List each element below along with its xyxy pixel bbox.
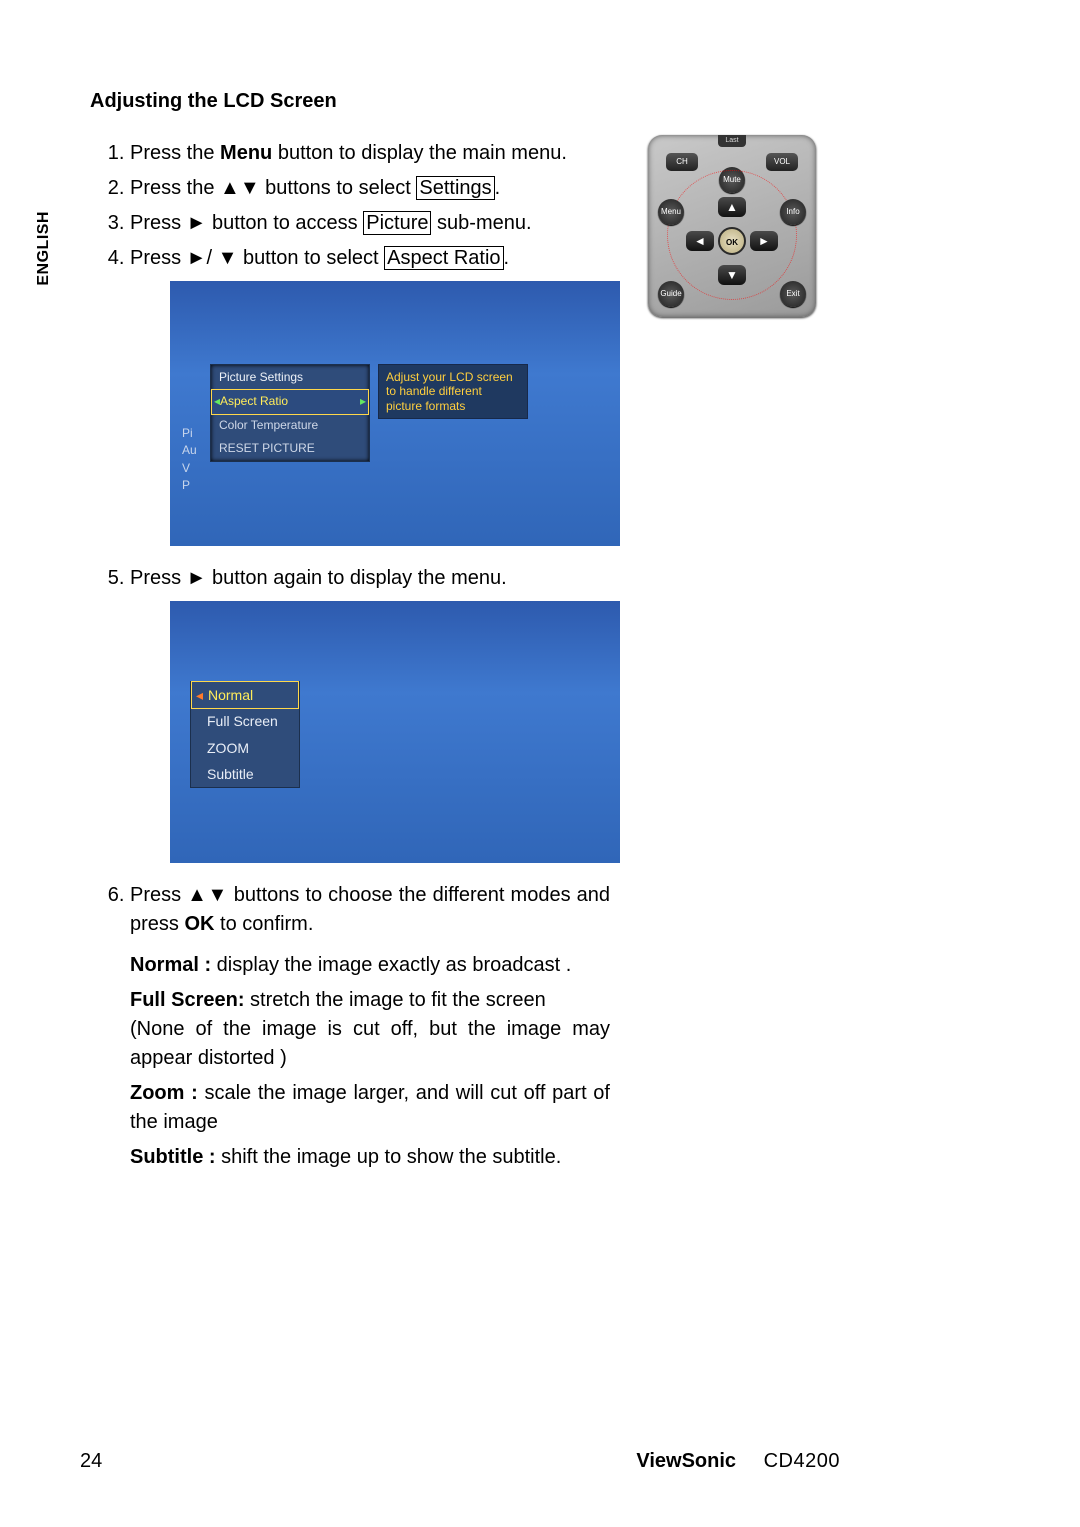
osd-row-reset-picture[interactable]: RESET PICTURE [211,437,369,460]
remote-exit-button[interactable]: Exit [780,281,806,307]
osd-row-aspect-ratio[interactable]: ◂ Aspect Ratio ▸ [211,389,369,414]
step-3: Press ► button to access Picture sub-men… [130,209,610,238]
remote-left-button[interactable]: ◄ [686,231,714,251]
remote-ok-button[interactable]: OK [718,227,746,255]
desc-subtitle: Subtitle : shift the image up to show th… [130,1143,610,1172]
text: . [495,177,501,199]
aspect-option-zoom[interactable]: ZOOM [191,735,299,761]
aspect-menu-panel: ◂ Normal Full Screen ZOOM Subtitle [190,681,300,788]
remote-down-button[interactable]: ▼ [718,265,746,285]
osd-row-label: Aspect Ratio [220,394,288,408]
osd-left-item: V [182,460,197,477]
text: sub-menu. [431,212,531,234]
osd-panel-title: Picture Settings [211,365,369,390]
text: to confirm. [214,913,313,935]
aspect-ratio-box: Aspect Ratio [384,246,503,270]
remote-last-button[interactable]: Last [718,135,746,147]
picture-box: Picture [363,211,431,235]
footer-model: CD4200 [764,1450,840,1472]
label: Full Screen: [130,989,244,1011]
settings-box: Settings [416,176,494,200]
text: button to display the main menu. [272,142,567,164]
remote-vol-button[interactable]: VOL [766,153,798,171]
text: scale the image larger, and will cut off… [130,1082,610,1133]
page-number: 24 [80,1450,102,1473]
label: Normal : [130,954,211,976]
osd-panel: Picture Settings ◂ Aspect Ratio ▸ Color … [210,364,370,462]
text: display the image exactly as broadcast . [211,954,571,976]
osd-left-item: Pi [182,425,197,442]
step-1: Press the Menu button to display the mai… [130,139,610,168]
remote-guide-button[interactable]: Guide [658,281,684,307]
osd-row-color-temp[interactable]: Color Temperature [211,414,369,437]
remote-info-button[interactable]: Info [780,199,806,225]
text: Press ► button to access [130,212,363,234]
osd-left-item: Au [182,442,197,459]
mode-descriptions: Normal : display the image exactly as br… [130,951,610,1172]
osd-left-column: Pi Au V P [182,425,197,495]
ok-word: OK [184,913,214,935]
step-5: Press ► button again to display the menu… [130,564,610,863]
osd-left-item: P [182,477,197,494]
desc-zoom: Zoom : scale the image larger, and will … [130,1079,610,1137]
page-footer: 24 ViewSonic CD4200 [80,1450,840,1473]
steps-list: Press the Menu button to display the mai… [90,139,610,1172]
remote-menu-button[interactable]: Menu [658,199,684,225]
osd-aspect-menu: ◂ Normal Full Screen ZOOM Subtitle [170,601,620,863]
aspect-option-subtitle[interactable]: Subtitle [191,761,299,787]
language-tab: ENGLISH [35,211,53,286]
main-content: Adjusting the LCD Screen Press the Menu … [90,90,610,1178]
menu-word: Menu [220,142,272,164]
indicator-left-icon: ◂ [214,393,220,410]
aspect-option-normal[interactable]: ◂ Normal [191,681,299,709]
step-2: Press the ▲▼ buttons to select Settings. [130,174,610,203]
indicator-left-icon: ◂ [196,685,203,705]
aspect-option-full-screen[interactable]: Full Screen [191,708,299,734]
label: Zoom : [130,1082,198,1104]
indicator-right-icon: ▸ [360,393,366,410]
remote-illustration: Last CH VOL Mute Menu Info ▲ ◄ OK ► ▼ Gu… [648,135,816,317]
remote-up-button[interactable]: ▲ [718,197,746,217]
remote-right-button[interactable]: ► [750,231,778,251]
step-4: Press ►/ ▼ button to select Aspect Ratio… [130,244,610,546]
text: . [504,247,510,269]
text: Press the [130,142,220,164]
desc-full-screen: Full Screen: stretch the image to fit th… [130,986,610,1073]
osd-picture-settings: Pi Au V P Picture Settings ◂ Aspect Rati… [170,281,620,546]
desc-normal: Normal : display the image exactly as br… [130,951,610,980]
footer-brand: ViewSonic [636,1450,736,1472]
text: stretch the image to fit the screen [244,989,545,1011]
osd-hint-box: Adjust your LCD screen to handle differe… [378,364,528,419]
text: shift the image up to show the subtitle. [216,1146,562,1168]
remote-ch-button[interactable]: CH [666,153,698,171]
text: (None of the image is cut off, but the i… [130,1018,610,1069]
text: Press ►/ ▼ button to select [130,247,384,269]
page-heading: Adjusting the LCD Screen [90,90,610,113]
text: Press ► button again to display the menu… [130,567,507,589]
text: Press the ▲▼ buttons to select [130,177,416,199]
label: Subtitle : [130,1146,216,1168]
step-6: Press ▲▼ buttons to choose the different… [130,881,610,1172]
option-label: Normal [208,687,253,703]
